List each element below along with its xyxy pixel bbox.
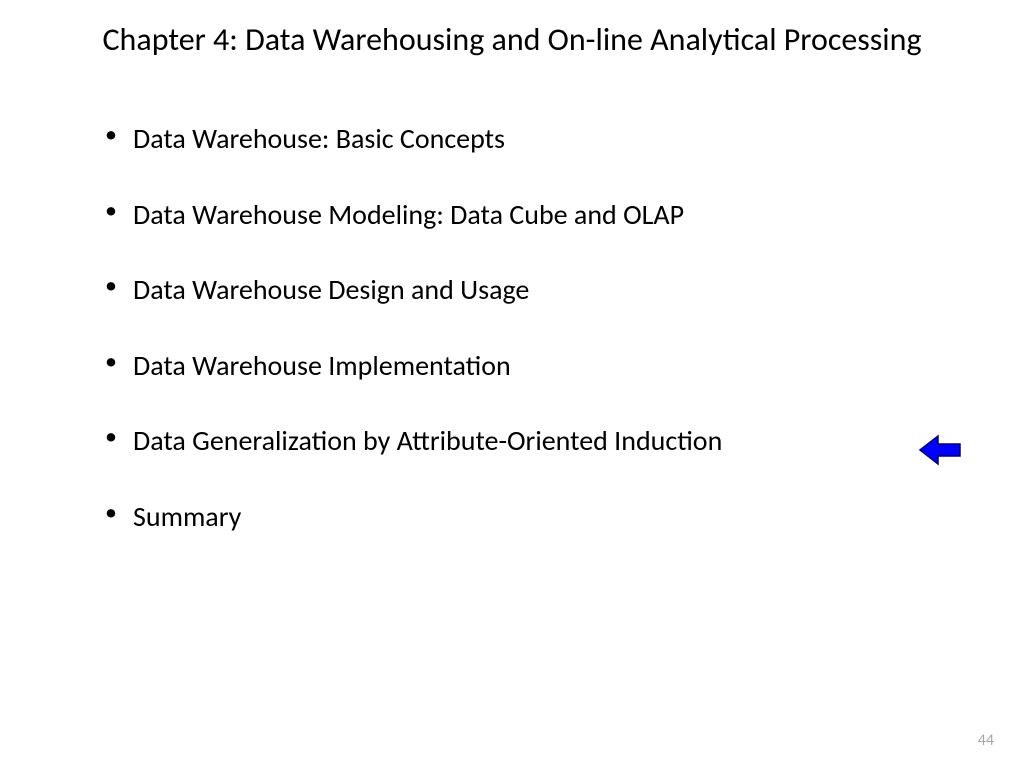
bullet-item: Summary (105, 493, 939, 541)
page-number: 44 (978, 731, 994, 750)
bullet-item: Data Warehouse Design and Usage (105, 266, 939, 314)
bullet-list: Data Warehouse: Basic Concepts Data Ware… (85, 115, 939, 541)
bullet-item: Data Warehouse: Basic Concepts (105, 115, 939, 163)
bullet-item: Data Warehouse Implementation (105, 342, 939, 390)
bullet-item: Data Warehouse Modeling: Data Cube and O… (105, 191, 939, 239)
bullet-item: Data Generalization by Attribute-Oriente… (105, 417, 939, 465)
slide-title: Chapter 4: Data Warehousing and On-line … (85, 20, 939, 60)
left-arrow-icon (918, 432, 964, 473)
slide-container: Chapter 4: Data Warehousing and On-line … (0, 0, 1024, 768)
